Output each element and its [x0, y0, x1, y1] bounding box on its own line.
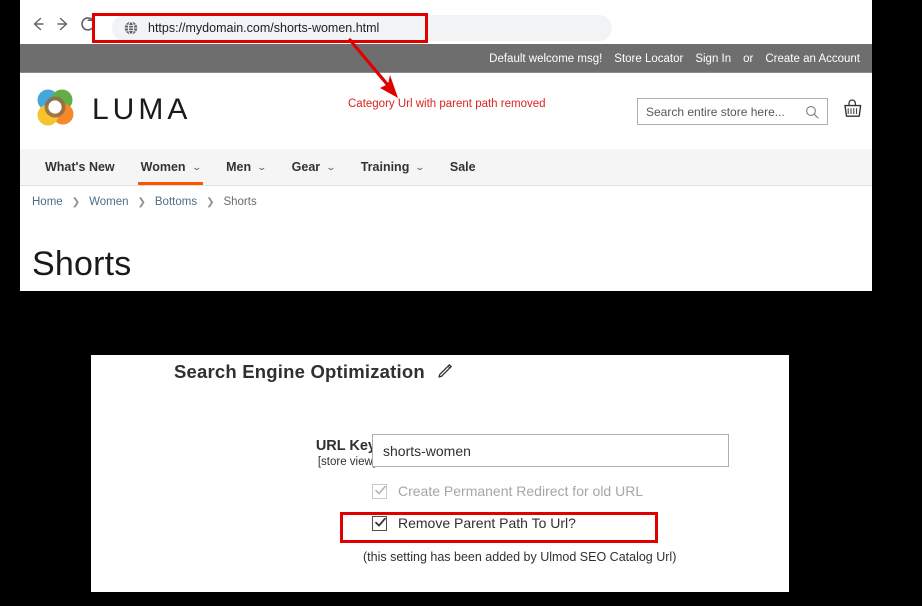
breadcrumb-item-women[interactable]: Women — [89, 196, 128, 208]
store-main-nav: What's New Women ⌄ Men ⌄ Gear ⌄ Training… — [20, 149, 872, 186]
remove-parent-path-label: Remove Parent Path To Url? — [398, 515, 576, 531]
admin-seo-panel: Search Engine Optimization URL Key [stor… — [91, 355, 789, 592]
store-topbar-links: Default welcome msg! Store Locator Sign … — [477, 44, 860, 73]
nav-item-label: Men — [226, 160, 252, 174]
browser-toolbar: https://mydomain.com/shorts-women.html — [20, 0, 872, 44]
welcome-message: Default welcome msg! — [489, 52, 603, 65]
browser-window: https://mydomain.com/shorts-women.html D… — [20, 0, 872, 291]
breadcrumb: Home ❯ Women ❯ Bottoms ❯ Shorts — [32, 196, 257, 208]
nav-item-gear[interactable]: Gear ⌄ — [279, 149, 348, 185]
url-key-input[interactable] — [372, 434, 729, 467]
pencil-edit-icon[interactable] — [436, 363, 453, 380]
store-header: LUMA — [20, 73, 872, 149]
create-account-link[interactable]: Create an Account — [765, 53, 860, 65]
luma-wordmark[interactable]: LUMA — [92, 93, 191, 127]
setting-note: (this setting has been added by Ulmod SE… — [363, 550, 677, 564]
store-topbar: Default welcome msg! Store Locator Sign … — [20, 44, 872, 73]
page-title: Shorts — [32, 244, 132, 283]
breadcrumb-item-current: Shorts — [223, 196, 257, 208]
or-separator: or — [743, 52, 754, 65]
url-key-label: URL Key — [315, 438, 376, 454]
checkbox-checked-icon — [372, 483, 387, 499]
back-arrow-icon[interactable] — [28, 14, 48, 34]
breadcrumb-separator-icon: ❯ — [206, 196, 215, 208]
breadcrumb-separator-icon: ❯ — [137, 196, 146, 208]
chevron-down-icon: ⌄ — [325, 161, 337, 172]
store-locator-link[interactable]: Store Locator — [614, 53, 683, 65]
nav-item-whats-new[interactable]: What's New — [32, 149, 128, 185]
sign-in-link[interactable]: Sign In — [695, 53, 731, 65]
url-key-label-group: URL Key [store view] — [201, 438, 376, 468]
address-bar[interactable]: https://mydomain.com/shorts-women.html — [112, 15, 612, 41]
seo-section-title: Search Engine Optimization — [174, 361, 425, 382]
nav-item-men[interactable]: Men ⌄ — [213, 149, 279, 185]
chevron-down-icon: ⌄ — [191, 161, 202, 172]
chevron-down-icon: ⌄ — [256, 161, 268, 172]
luma-flower-logo-icon[interactable] — [32, 85, 78, 131]
nav-item-label: Training — [360, 160, 410, 174]
breadcrumb-item-home[interactable]: Home — [32, 196, 63, 208]
url-key-scope-label: [store view] — [317, 456, 376, 468]
create-permanent-redirect-label: Create Permanent Redirect for old URL — [398, 483, 644, 499]
chevron-down-icon: ⌄ — [414, 161, 426, 172]
breadcrumb-separator-icon: ❯ — [71, 196, 81, 208]
breadcrumb-item-bottoms[interactable]: Bottoms — [155, 196, 197, 208]
nav-item-women[interactable]: Women ⌄ — [128, 149, 213, 185]
reload-icon[interactable] — [78, 14, 98, 34]
address-bar-url: https://mydomain.com/shorts-women.html — [148, 21, 380, 35]
forward-arrow-icon[interactable] — [53, 14, 73, 34]
nav-item-training[interactable]: Training ⌄ — [348, 149, 437, 185]
search-input[interactable] — [646, 104, 796, 119]
nav-item-label: Gear — [291, 160, 321, 174]
store-nav-list: What's New Women ⌄ Men ⌄ Gear ⌄ Training… — [32, 149, 489, 185]
create-permanent-redirect-row[interactable]: Create Permanent Redirect for old URL — [372, 483, 643, 499]
url-annotation-label: Category Url with parent path removed — [348, 98, 546, 110]
globe-icon[interactable] — [124, 21, 138, 35]
search-icon[interactable] — [805, 105, 819, 119]
nav-item-label: Sale — [449, 160, 476, 174]
store-search-box[interactable] — [637, 98, 828, 125]
shopping-cart-icon[interactable] — [842, 98, 864, 124]
checkbox-checked-icon[interactable] — [372, 515, 387, 531]
remove-parent-path-row[interactable]: Remove Parent Path To Url? — [372, 515, 576, 531]
nav-item-label: Women — [140, 160, 186, 174]
nav-item-label: What's New — [45, 160, 115, 174]
nav-item-sale[interactable]: Sale — [437, 149, 489, 185]
